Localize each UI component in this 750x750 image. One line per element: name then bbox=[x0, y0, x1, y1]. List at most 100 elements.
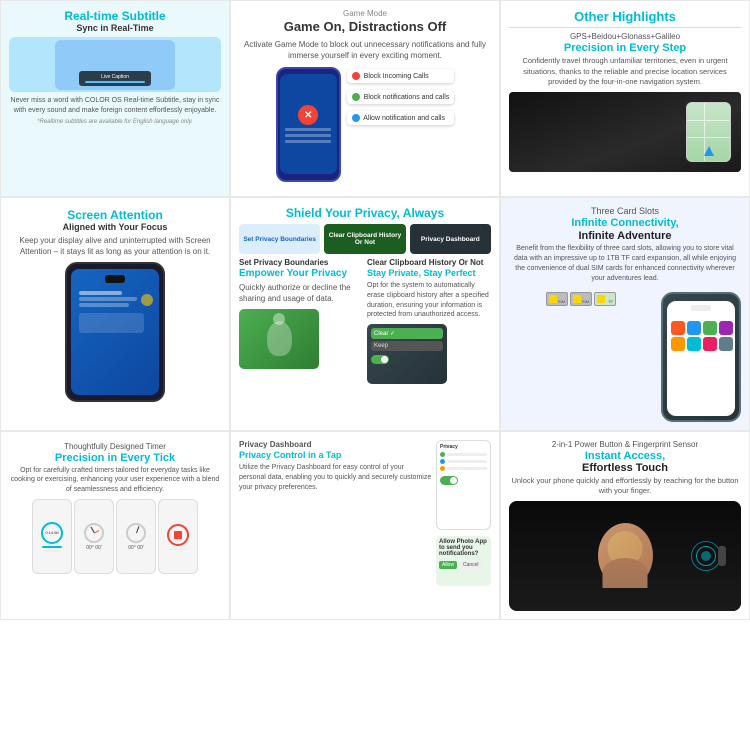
timer-analog-2 bbox=[126, 523, 146, 543]
privacy-section2-title: Clear Clipboard History Or Not bbox=[367, 258, 491, 267]
timer-title: Precision in Every Tick bbox=[9, 452, 221, 464]
sa-row1 bbox=[79, 291, 122, 295]
privacy-col-left: Set Privacy Boundaries Empower Your Priv… bbox=[239, 258, 363, 384]
timer-analog-label-2: 00° 00' bbox=[128, 545, 143, 551]
app-icon-grid bbox=[667, 311, 735, 355]
live-caption-label: Live Caption bbox=[85, 74, 145, 80]
privacy-card-label-1: Set Privacy Boundaries bbox=[243, 236, 316, 243]
fp-ring-inner bbox=[701, 551, 711, 561]
gamemode-section: Game Mode Game On, Distractions Off Acti… bbox=[230, 0, 500, 197]
game-bar-1 bbox=[285, 128, 331, 131]
sim-card-group: SIM SIM TF bbox=[509, 288, 653, 310]
car-gps-image bbox=[509, 92, 741, 172]
notif-icon-red bbox=[352, 72, 360, 80]
sim-card-1: SIM bbox=[546, 292, 568, 306]
privdash-title2: Privacy Control in a Tap bbox=[239, 450, 432, 461]
powerbutton-title1: Instant Access, bbox=[509, 450, 741, 462]
timer-bar2 bbox=[44, 550, 60, 552]
privacy-clipboard-img: Clear ✓ Keep bbox=[367, 324, 491, 384]
timer-time-1: 0:14:56 bbox=[45, 530, 58, 535]
gps-body: Confidently travel through unfamiliar te… bbox=[509, 56, 741, 88]
priv-line-3 bbox=[447, 467, 487, 470]
app-3 bbox=[703, 321, 717, 335]
tf-label: TF bbox=[608, 299, 613, 304]
sa-screen bbox=[71, 269, 159, 395]
privacy-section1-title: Set Privacy Boundaries bbox=[239, 258, 363, 267]
timer-stop-icon bbox=[174, 531, 182, 539]
priv-row-3 bbox=[440, 466, 487, 471]
notif-dialog-actions: Allow Cancel bbox=[439, 561, 488, 569]
sa-row2 bbox=[79, 297, 137, 301]
threecards-body: Benefit from the flexibility of three ca… bbox=[509, 244, 741, 283]
dnd-icon: ✕ bbox=[298, 105, 318, 125]
face-circle bbox=[598, 523, 653, 588]
map-display bbox=[687, 103, 730, 161]
sim-label-1: SIM bbox=[558, 299, 565, 304]
priv-dot-2 bbox=[440, 459, 445, 464]
priv-dot-1 bbox=[440, 452, 445, 457]
live-caption-bg: Live Caption bbox=[55, 40, 175, 90]
map-pin bbox=[704, 146, 714, 156]
side-power-button bbox=[718, 546, 726, 566]
timer-phone-1: 0:14:56 bbox=[32, 499, 72, 574]
realtime-body: Never miss a word with COLOR OS Real-tim… bbox=[9, 96, 221, 116]
sim-cards-row: SIM SIM TF bbox=[509, 292, 653, 306]
realtime-title: Real-time Subtitle bbox=[9, 9, 221, 23]
privacy-section1-body: Quickly authorize or decline the sharing… bbox=[239, 282, 363, 304]
privacy-dashboard-section: Privacy Dashboard Privacy Control in a T… bbox=[230, 431, 500, 620]
gamemode-tag: Game Mode bbox=[239, 9, 491, 18]
privdash-content: Privacy Dashboard Privacy Control in a T… bbox=[239, 440, 491, 586]
app-4 bbox=[719, 321, 733, 335]
priv-dot-3 bbox=[440, 466, 445, 471]
cancel-btn[interactable]: Cancel bbox=[460, 561, 482, 569]
game-screen-1: ✕ bbox=[280, 74, 337, 174]
person-placeholder bbox=[239, 309, 319, 369]
three-card-phone bbox=[661, 292, 741, 422]
privacy-section: Shield Your Privacy, Always Set Privacy … bbox=[230, 197, 500, 430]
fp-ring-mid bbox=[696, 546, 716, 566]
timer-digital: 0:14:56 bbox=[41, 522, 63, 544]
highlights-title: Other Highlights bbox=[509, 9, 741, 24]
game-phones: ✕ Block Incoming Calls Block notificatio… bbox=[239, 67, 491, 182]
eye-icon bbox=[141, 294, 153, 306]
timer-tag: Thoughtfully Designed Timer bbox=[9, 442, 221, 451]
powerbutton-body: Unlock your phone quickly and effortless… bbox=[509, 476, 741, 497]
powerbutton-title2: Effortless Touch bbox=[509, 462, 741, 474]
notif-dialog-title: Allow Photo App to send you notification… bbox=[439, 539, 488, 557]
notif-block-notif: Block notifications and calls bbox=[347, 90, 455, 104]
app-8 bbox=[719, 337, 733, 351]
game-notifs: Block Incoming Calls Block notifications… bbox=[347, 67, 455, 182]
screen-attention-section: Screen Attention Aligned with Your Focus… bbox=[0, 197, 230, 430]
timer-hand-2 bbox=[136, 526, 139, 533]
fingerprint-rings bbox=[691, 541, 721, 571]
highlights-divider bbox=[509, 27, 741, 28]
privdash-title1: Privacy Dashboard bbox=[239, 440, 432, 449]
privacy-details: Set Privacy Boundaries Empower Your Priv… bbox=[239, 258, 491, 384]
privacy-card-dashboard: Privacy Dashboard bbox=[410, 224, 491, 254]
clipboard-toggle bbox=[371, 355, 389, 364]
timer-section: Thoughtfully Designed Timer Precision in… bbox=[0, 431, 230, 620]
realtime-footnote: *Realtime subtitles are available for En… bbox=[9, 119, 221, 125]
priv-row-2 bbox=[440, 459, 487, 464]
priv-line-1 bbox=[447, 453, 487, 456]
app-1 bbox=[671, 321, 685, 335]
privacy-main-title: Shield Your Privacy, Always bbox=[239, 206, 491, 220]
person-silhouette bbox=[267, 321, 292, 356]
allow-btn[interactable]: Allow bbox=[439, 561, 457, 569]
sim-card-2: SIM bbox=[570, 292, 592, 306]
notif-block-calls: Block Incoming Calls bbox=[347, 69, 455, 83]
notif-icon-blue bbox=[352, 114, 360, 122]
privacy-card-boundaries: Set Privacy Boundaries bbox=[239, 224, 320, 254]
privacy-person-img bbox=[239, 309, 363, 369]
threecards-title1: Infinite Connectivity, bbox=[509, 217, 741, 230]
face-container bbox=[598, 523, 653, 588]
screen-attention-phone bbox=[65, 262, 165, 402]
timer-analog-1 bbox=[84, 523, 104, 543]
screen-attention-subtitle: Aligned with Your Focus bbox=[9, 222, 221, 232]
gps-tag: GPS+Beidou+Glonass+Galileo bbox=[509, 32, 741, 41]
priv-toggle bbox=[440, 476, 458, 485]
privacy-card-label-3: Privacy Dashboard bbox=[421, 236, 480, 243]
sim-label-2: SIM bbox=[582, 299, 589, 304]
game-phone-1: ✕ bbox=[276, 67, 341, 182]
phone-mount bbox=[686, 102, 731, 162]
